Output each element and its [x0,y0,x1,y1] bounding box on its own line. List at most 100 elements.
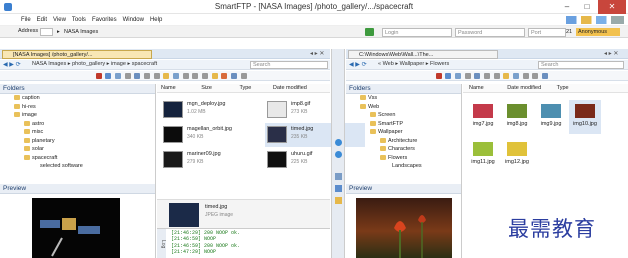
sort-icon[interactable] [532,73,539,79]
folder-item[interactable]: astro [0,120,155,129]
properties-icon[interactable] [124,73,131,79]
edit-icon[interactable] [455,73,462,79]
file-item[interactable]: img8.jpg [501,100,533,134]
anonymous-toggle[interactable]: Anonymous [576,28,620,36]
col-type[interactable]: Type [239,85,251,91]
menu-help[interactable]: Help [147,14,165,26]
file-item[interactable]: mariner09.jpg 279 KB [161,148,261,172]
connect-go-icon[interactable] [365,28,374,36]
menu-view[interactable]: View [50,14,69,26]
folder-item[interactable]: Screen [346,111,461,120]
paste-icon[interactable] [153,73,160,79]
breadcrumb-item[interactable]: image [111,61,126,67]
new-folder-icon[interactable] [503,73,510,79]
login-field[interactable]: Login [382,28,452,37]
menu-window[interactable]: Window [120,14,147,26]
folder-item[interactable]: caption [0,94,155,103]
port-field[interactable]: 21 [566,29,572,35]
folder-item[interactable]: solar [0,145,155,154]
tab-nasa-images[interactable]: [NASA Images] /photo_gallery/... [2,50,152,59]
copy-icon[interactable] [144,73,151,79]
delete-icon[interactable] [95,73,102,79]
tab-scroll-icon[interactable]: ◂ ▸ ✕ [310,50,324,57]
col-date[interactable]: Date modified [273,85,307,91]
breadcrumb-item[interactable]: Flowers [430,61,449,67]
transfer-right-icon[interactable] [335,139,342,146]
copy-icon[interactable] [484,73,491,79]
view-icon[interactable] [134,73,141,79]
folder-item[interactable]: Architecture [346,137,461,146]
col-type[interactable]: Type [557,85,569,91]
compare-panel-icon[interactable] [335,197,342,204]
file-item[interactable]: img9.jpg [535,100,567,134]
menu-file[interactable]: File [18,14,34,26]
filter-icon[interactable] [522,73,529,79]
file-item[interactable]: img12.jpg [501,138,533,172]
more-icon[interactable] [240,73,247,79]
close-button[interactable]: ✕ [598,0,626,14]
breadcrumb-item[interactable]: photo_gallery [72,61,105,67]
menu-favorites[interactable]: Favorites [89,14,120,26]
folder-item[interactable]: image [0,111,155,120]
transfer-left-icon[interactable] [335,151,342,158]
breadcrumb-item[interactable]: spacecraft [132,61,157,67]
back-forward-icon[interactable]: ◀ ▶ ⟳ [349,61,367,68]
folder-item[interactable]: SmartFTP [346,120,461,129]
folder-item[interactable]: misc [0,128,155,137]
view-icon[interactable] [474,73,481,79]
col-name[interactable]: Name [161,85,176,91]
file-item[interactable]: img11.jpg [467,138,499,172]
menu-tools[interactable]: Tools [69,14,89,26]
address-input[interactable]: NASA Images [62,28,360,37]
folder-item[interactable]: hi-res [0,103,155,112]
right-breadcrumb[interactable]: « Web ▸ Wallpaper ▸ Flowers [378,60,449,69]
back-forward-icon[interactable]: ◀ ▶ ⟳ [3,61,21,68]
new-folder-icon[interactable] [163,73,170,79]
queue-icon[interactable] [182,73,189,79]
folder-item[interactable]: planetary [0,137,155,146]
address-dropdown[interactable] [40,28,53,36]
file-item[interactable]: mgn_deploy.jpg 1.02 MB [161,98,261,122]
breadcrumb-item[interactable]: NASA Images [32,61,66,67]
upload-icon[interactable] [86,73,92,79]
minimize-button[interactable]: – [558,0,576,14]
folder-item[interactable]: Wallpaper [346,128,461,137]
sync-icon[interactable] [231,73,238,79]
transfer-icon[interactable] [173,73,180,79]
tab-local-folder[interactable]: C:\Windows\Web\Wall...\The... [348,50,498,59]
folder-item[interactable]: Flowers [346,154,461,163]
folder-item[interactable]: spacecraft [0,154,155,163]
col-size[interactable]: Size [201,85,212,91]
refresh-icon[interactable] [445,73,452,79]
right-folder-more[interactable]: Landscapes [346,162,461,171]
left-breadcrumb[interactable]: NASA Images ▸ photo_gallery ▸ image ▸ sp… [32,60,157,69]
folder-item[interactable]: Characters [346,145,461,154]
left-search-input[interactable]: Search [250,61,328,69]
tab-scroll-icon[interactable]: ◂ ▸ ✕ [604,50,618,57]
transfer-icon[interactable] [513,73,520,79]
sync-panel-icon[interactable] [335,185,342,192]
folder-item[interactable]: Vss [346,94,461,103]
folder-item[interactable]: Web [346,103,461,112]
refresh-icon[interactable] [105,73,112,79]
right-search-input[interactable]: Search [538,61,624,69]
file-item[interactable]: img10.jpg [569,100,601,134]
maximize-button[interactable]: □ [578,0,596,14]
edit-icon[interactable] [115,73,122,79]
password-field[interactable]: Password [455,28,525,37]
upload-icon[interactable] [426,73,432,79]
highlight-icon[interactable] [221,73,228,79]
paste-icon[interactable] [493,73,500,79]
file-item[interactable]: magellan_orbit.jpg 340 KB [161,123,261,147]
bookmark-icon[interactable] [211,73,218,79]
sort-icon[interactable] [202,73,209,79]
log-label[interactable]: Log [157,229,166,258]
menu-edit[interactable]: Edit [34,14,50,26]
left-folder-more[interactable]: selected software [0,162,155,171]
sync-icon[interactable] [542,73,549,79]
delete-icon[interactable] [435,73,442,79]
queue-panel-icon[interactable] [335,173,342,180]
properties-icon[interactable] [464,73,471,79]
filter-icon[interactable] [192,73,199,79]
breadcrumb-item[interactable]: « Web [378,61,394,67]
